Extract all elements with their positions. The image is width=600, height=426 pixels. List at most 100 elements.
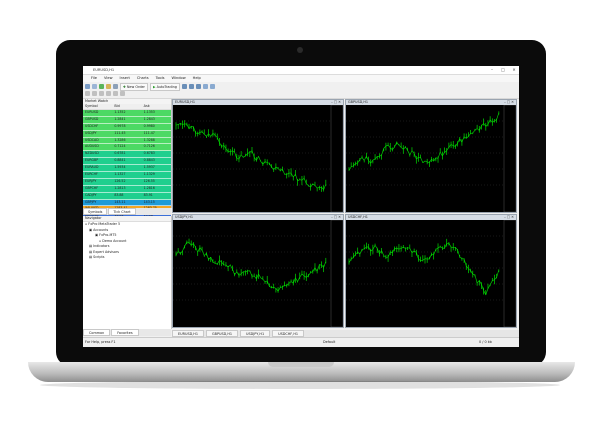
cell-bid: 1.1327 — [114, 172, 126, 177]
menu-window[interactable]: Window — [171, 75, 185, 82]
cursor-icon[interactable] — [85, 91, 90, 96]
price-line — [201, 249, 205, 256]
list-item[interactable]: EURCHF 1.1327 1.1329 — [83, 172, 171, 179]
price-line — [206, 253, 209, 260]
market-watch-icon[interactable] — [99, 84, 104, 89]
menu-file[interactable]: File — [91, 75, 97, 82]
price-line — [314, 185, 318, 189]
tab-symbols[interactable]: Symbols — [83, 208, 108, 215]
price-chart — [346, 220, 516, 327]
line-chart-icon[interactable] — [195, 84, 201, 89]
cell-ask: 83.91 — [143, 192, 153, 197]
list-item[interactable]: USDCHF 0.9978 0.9980 — [83, 123, 171, 131]
menu-insert[interactable]: Insert — [120, 75, 130, 82]
new-order-icon: ✚ — [123, 84, 126, 89]
list-item[interactable]: USDCAD 1.3286 1.3288 — [83, 137, 171, 145]
list-item[interactable]: NZDUSD 0.6781 0.6783 — [83, 151, 171, 159]
candle-chart-icon[interactable] — [188, 84, 194, 89]
col-symbol[interactable]: Symbol — [83, 104, 112, 109]
list-item[interactable]: EURAUD 1.5934 1.5937 — [83, 165, 171, 173]
cell-bid: 0.7124 — [114, 144, 126, 149]
cell-ask: 143.15 — [143, 199, 155, 204]
list-item[interactable]: USDJPY 111.45 111.47 — [83, 130, 171, 138]
horizontal-line-icon[interactable] — [106, 91, 111, 96]
menu-tools[interactable]: Tools — [156, 75, 165, 82]
tab-tick-chart[interactable]: Tick Chart — [108, 208, 136, 215]
cell-bid: 126.52 — [114, 178, 126, 183]
minimize-icon[interactable]: – — [489, 67, 495, 72]
cell-bid: 0.6781 — [114, 151, 126, 156]
chart-tab-2[interactable]: GBPUSD,H1 — [206, 330, 239, 337]
list-item[interactable]: CADJPY 83.88 83.91 — [83, 192, 171, 200]
cell-ask: 0.6783 — [143, 151, 155, 156]
navigator-icon[interactable] — [106, 84, 111, 89]
cell-bid: 0.8841 — [114, 158, 126, 163]
col-ask[interactable]: Ask — [142, 104, 171, 109]
chart-window[interactable]: EURUSD,H1– □ ✕ — [172, 99, 344, 213]
list-item[interactable]: GBPJPY 143.11 143.15 — [83, 199, 171, 207]
nav-item-label: Demo Account — [102, 238, 127, 243]
price-line — [258, 156, 261, 162]
tab-favorites[interactable]: Favorites — [111, 329, 139, 336]
price-line — [433, 249, 437, 255]
cell-symbol: CADJPY — [85, 192, 97, 197]
cell-symbol: USDCHF — [85, 123, 99, 128]
price-line — [361, 157, 365, 161]
list-item[interactable]: EURUSD 1.1352 1.1353 — [83, 110, 171, 117]
autotrading-button[interactable]: ▶ AutoTrading — [149, 82, 180, 91]
price-line — [381, 148, 385, 156]
cell-bid: 143.11 — [114, 199, 126, 204]
navigator-tabs: Common Favorites — [83, 329, 171, 336]
cell-bid: 1.2841 — [114, 116, 126, 121]
zoom-in-icon[interactable] — [202, 84, 208, 89]
col-bid[interactable]: Bid — [112, 104, 141, 109]
cell-bid: 1.5934 — [114, 165, 126, 170]
maximize-icon[interactable]: □ — [500, 67, 506, 72]
new-order-label: New Order — [126, 84, 145, 89]
laptop-shadow — [40, 381, 560, 389]
cell-symbol: EURAUD — [85, 165, 99, 170]
cell-bid: 1.1352 — [114, 110, 126, 114]
navigator-panel: Navigator ▫ FxPro MetaTrader 5 ▣ Account… — [83, 216, 172, 329]
cell-ask: 1.5937 — [143, 165, 155, 170]
autotrading-label: AutoTrading — [156, 84, 177, 89]
crosshair-icon[interactable] — [92, 91, 97, 96]
chart-tab-1[interactable]: EURUSD,H1 — [172, 330, 205, 337]
menu-help[interactable]: Help — [193, 75, 201, 82]
terminal-icon[interactable] — [113, 84, 118, 89]
chart-window[interactable]: GBPUSD,H1– □ ✕ — [345, 99, 517, 213]
price-line — [472, 130, 476, 134]
chart-tab-3[interactable]: USDJPY,H1 — [240, 330, 271, 337]
new-chart-icon[interactable] — [85, 84, 90, 89]
cell-bid: 1.2813 — [114, 185, 126, 190]
zoom-out-icon[interactable] — [209, 84, 215, 89]
nav-item-scripts[interactable]: ▤ Scripts — [83, 255, 171, 261]
chart-window[interactable]: USDCHF,H1– □ ✕ — [345, 214, 517, 328]
list-item[interactable]: AUDUSD 0.7124 0.7126 — [83, 144, 171, 152]
trendline-icon[interactable] — [113, 91, 118, 96]
status-help: For Help, press F1 — [85, 340, 116, 344]
tab-common[interactable]: Common — [83, 329, 111, 336]
price-axis — [503, 220, 516, 327]
nav-item-label: Accounts — [93, 227, 109, 232]
market-watch-rows: EURUSD 1.1352 1.1353 GBPUSD 1.2841 1.2843 USDC… — [83, 110, 171, 221]
cell-bid: 1.3286 — [114, 137, 126, 142]
menu-view[interactable]: View — [104, 75, 113, 82]
vertical-line-icon[interactable] — [99, 91, 104, 96]
chart-tab-4[interactable]: USDCHF,H1 — [272, 330, 305, 337]
bar-chart-icon[interactable] — [181, 84, 187, 89]
text-icon[interactable] — [120, 91, 125, 96]
list-item[interactable]: GBPUSD 1.2841 1.2843 — [83, 116, 171, 124]
price-line — [249, 270, 253, 277]
menu-charts[interactable]: Charts — [137, 75, 149, 82]
cell-symbol: EURGBP — [85, 158, 99, 163]
list-item[interactable]: EURGBP 0.8841 0.8843 — [83, 158, 171, 166]
price-line — [323, 261, 327, 268]
chart-window[interactable]: USDJPY,H1– □ ✕ — [172, 214, 344, 328]
profiles-icon[interactable] — [92, 84, 97, 89]
close-icon[interactable]: ✕ — [511, 67, 517, 72]
cell-symbol: GBPCHF — [85, 185, 99, 190]
list-item[interactable]: GBPCHF 1.2813 1.2816 — [83, 185, 171, 193]
list-item[interactable]: EURJPY 126.52 126.55 — [83, 178, 171, 186]
price-axis — [330, 220, 343, 327]
